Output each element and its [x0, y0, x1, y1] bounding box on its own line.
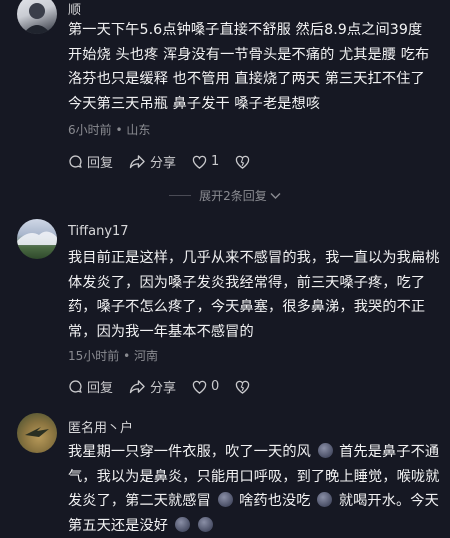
comment-text: 我星期一只穿一件衣服，吹了一天的风 首先是鼻子不通气，我以为是鼻炎，只能用口呼吸…	[68, 440, 440, 538]
comment-author[interactable]: 匿名用丶户	[68, 417, 133, 436]
comment-text-part: 啥药也没吃	[239, 493, 311, 509]
avatar-image	[25, 427, 49, 437]
comment-item: 匿名用丶户 我星期一只穿一件衣服，吹了一天的风 首先是鼻子不通气，我以为是鼻炎，…	[0, 0, 450, 537]
sad-face-emoji-icon	[217, 492, 233, 507]
avatar[interactable]	[17, 413, 57, 453]
sad-face-emoji-icon	[317, 492, 333, 507]
sad-face-emoji-icon	[198, 516, 214, 532]
sad-face-emoji-icon	[317, 443, 333, 458]
sad-face-emoji-icon	[174, 516, 190, 532]
comment-text-part: 我星期一只穿一件衣服，吹了一天的风	[68, 444, 311, 460]
